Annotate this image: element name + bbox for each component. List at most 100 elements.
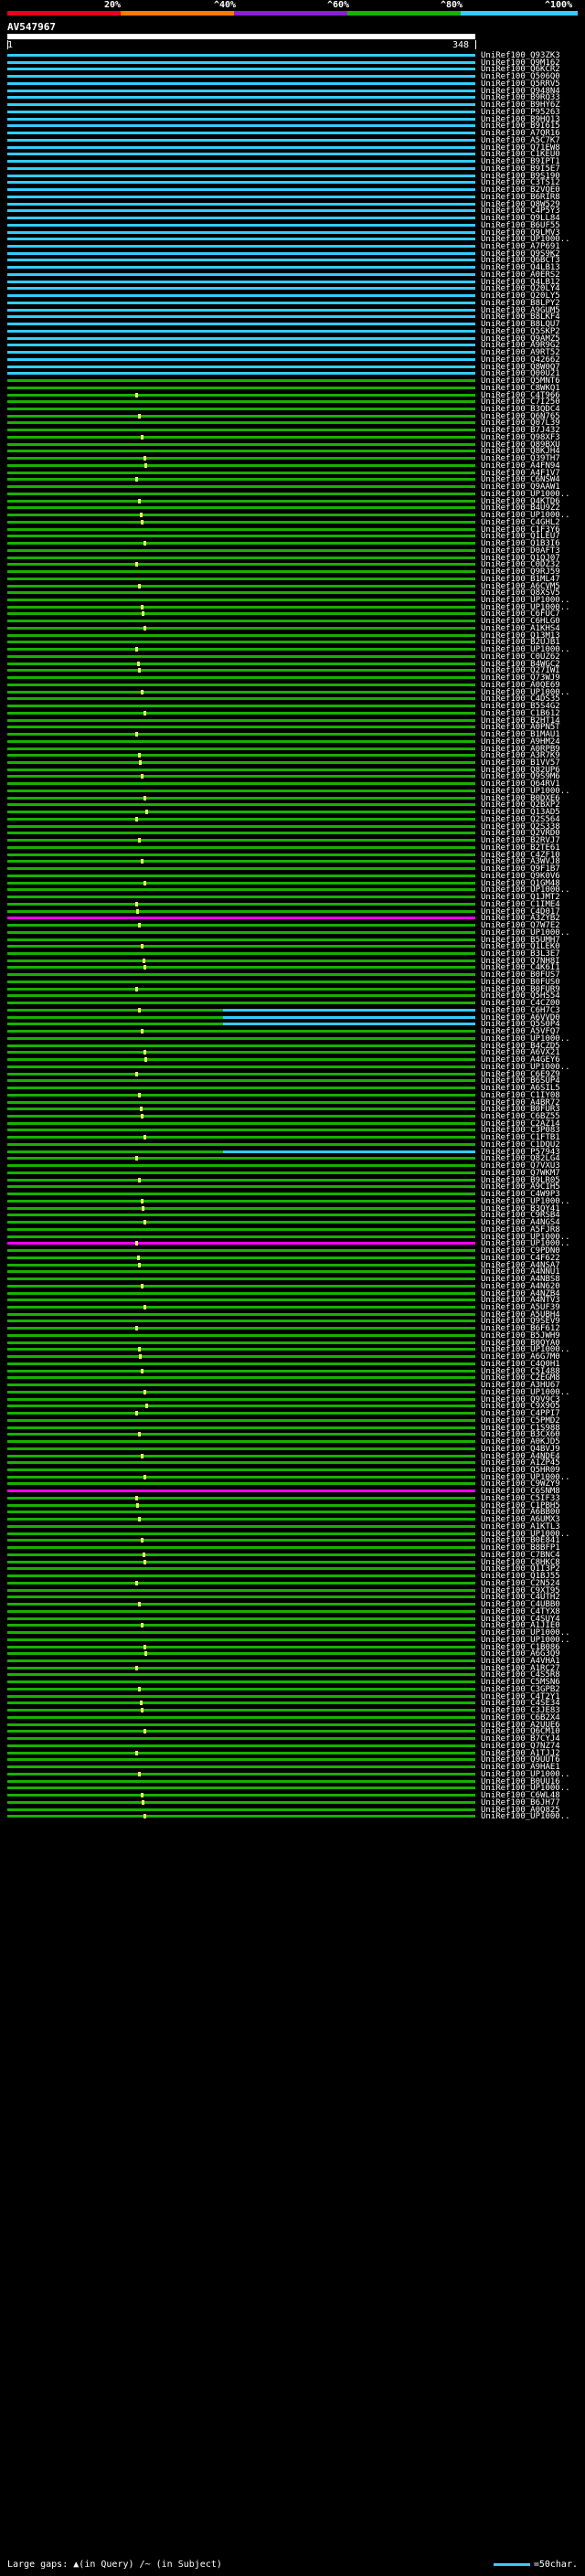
- alignment-bar: [7, 994, 475, 998]
- alignment-bar: [7, 1524, 475, 1528]
- gap-marker: [144, 541, 146, 546]
- hit-row: UniRef100_B4WGC2: [0, 660, 585, 669]
- hit-row: UniRef100_B6SUP4: [0, 1076, 585, 1086]
- alignment-bar: [7, 457, 475, 461]
- alignment-bar: [7, 54, 475, 57]
- hit-row: UniRef100_UP1000..: [0, 1473, 585, 1482]
- alignment-bar: [7, 705, 475, 708]
- hit-row: UniRef100_A6CVM5: [0, 582, 585, 591]
- hit-row: UniRef100_A9HM24: [0, 737, 585, 747]
- alignment-bar: [7, 1256, 475, 1259]
- alignment-bar: [7, 754, 475, 758]
- gap-marker: [144, 710, 146, 716]
- hit-row: UniRef100_C6BZ55: [0, 1112, 585, 1121]
- hit-row: UniRef100_A4NGS4: [0, 1218, 585, 1227]
- alignment-bar: [7, 641, 475, 644]
- alignment-bar: [7, 1454, 475, 1458]
- alignment-bar: [7, 429, 475, 432]
- alignment-bar: [7, 1532, 475, 1535]
- alignment-bar: [7, 1051, 475, 1055]
- alignment-bar: [7, 1030, 475, 1034]
- alignment-bar: [7, 1723, 475, 1726]
- query-end-position: 348: [452, 40, 470, 50]
- hit-row: UniRef100_Q9K0V6: [0, 872, 585, 881]
- gap-marker: [138, 1771, 141, 1776]
- alignment-bar: [7, 1072, 475, 1076]
- gap-marker: [139, 1354, 142, 1360]
- alignment-bar: [7, 1115, 475, 1118]
- hit-row: UniRef100_UP1000..: [0, 885, 585, 895]
- hit-row: UniRef100_Q20LY5: [0, 292, 585, 301]
- gap-marker: [138, 413, 141, 419]
- alignment-bar: [7, 124, 475, 128]
- hit-row: UniRef100_Q2BXP2: [0, 800, 585, 810]
- alignment-bar: [7, 351, 475, 355]
- alignment-bar: [7, 612, 475, 616]
- alignment-bar: [7, 272, 475, 276]
- hit-row: UniRef100_Q6CM10: [0, 1727, 585, 1736]
- hit-row: UniRef100_B6UF55: [0, 221, 585, 230]
- gap-marker: [138, 838, 141, 843]
- alignment-bar: [7, 478, 475, 482]
- hit-row: UniRef100_UP1000..: [0, 1770, 585, 1779]
- gap-marker: [144, 965, 146, 970]
- hit-row: UniRef100_UP1000..: [0, 490, 585, 499]
- gap-marker: [135, 562, 138, 567]
- hit-row: UniRef100_C4SE34: [0, 1699, 585, 1708]
- alignment-bar-left: [7, 1008, 223, 1012]
- alignment-bar: [7, 1412, 475, 1415]
- hit-row: UniRef100_C1S988: [0, 1424, 585, 1433]
- hit-row: UniRef100_B6JH77: [0, 1798, 585, 1807]
- hit-row: UniRef100_UP1000..: [0, 1197, 585, 1206]
- hit-row: UniRef100_Q9AAW1: [0, 482, 585, 492]
- gap-marker: [143, 1552, 145, 1557]
- hit-row: UniRef100_UP1000..: [0, 1530, 585, 1539]
- hit-row: UniRef100_Q1LEU7: [0, 532, 585, 541]
- alignment-bar: [7, 365, 475, 368]
- alignment-bar: [7, 166, 475, 170]
- alignment-bar-left: [7, 1015, 223, 1019]
- alignment-bar: [7, 959, 475, 962]
- alignment-bar: [7, 1206, 475, 1210]
- hit-row: UniRef100_C2AZ14: [0, 1119, 585, 1129]
- hit-link[interactable]: UniRef100_UP1000..: [481, 1812, 570, 1821]
- alignment-bar: [7, 450, 475, 453]
- identity-scale: 20% ^40% ^60% ^80% ^100%: [0, 0, 585, 31]
- hit-row: UniRef100_A5C7K7: [0, 136, 585, 145]
- scale-label-40: ^40%: [214, 0, 237, 10]
- hit-row: UniRef100_C4D017: [0, 907, 585, 917]
- alignment-bar: [7, 1299, 475, 1302]
- gap-marker: [144, 625, 146, 631]
- alignment-bar: [7, 987, 475, 991]
- large-gaps-label: Large gaps:: [7, 2560, 69, 2570]
- hit-row: UniRef100_Q9LMV3: [0, 228, 585, 238]
- hit-row: UniRef100_A9RT52: [0, 348, 585, 357]
- hit-row: UniRef100_C4UTH2: [0, 1593, 585, 1602]
- hit-row: UniRef100_B1MAU1: [0, 730, 585, 739]
- alignment-bar: [7, 1291, 475, 1295]
- query-start-position: 1: [7, 40, 14, 50]
- alignment-bar: [7, 195, 475, 198]
- alignment-bar: [7, 605, 475, 609]
- alignment-bar: [7, 1461, 475, 1465]
- alignment-bar: [7, 1482, 475, 1486]
- alignment-bar: [7, 902, 475, 906]
- hit-row: UniRef100_C7BNC4: [0, 1551, 585, 1560]
- alignment-bar: [7, 1100, 475, 1104]
- gap-marker: [144, 1220, 146, 1225]
- alignment-bar: [7, 1277, 475, 1281]
- hit-row: UniRef100_UP1000..: [0, 596, 585, 605]
- hit-row: UniRef100_Q9AMZ5: [0, 334, 585, 344]
- alignment-bar: [7, 386, 475, 389]
- alignment-bar: [7, 485, 475, 489]
- alignment-bar: [7, 1369, 475, 1373]
- gap-marker: [138, 668, 141, 673]
- hit-row: UniRef100_Q1B3I6: [0, 539, 585, 548]
- hit-row: UniRef100_A4VHA1: [0, 1657, 585, 1666]
- alignment-bar: [7, 1751, 475, 1754]
- alignment-bar: [7, 1730, 475, 1733]
- alignment-bar: [7, 103, 475, 107]
- alignment-bar: [7, 329, 475, 333]
- legend-footer: Large gaps: ▲(in Query) /~ (in Subject) …: [7, 2559, 578, 2571]
- gap-marker: [141, 1453, 144, 1458]
